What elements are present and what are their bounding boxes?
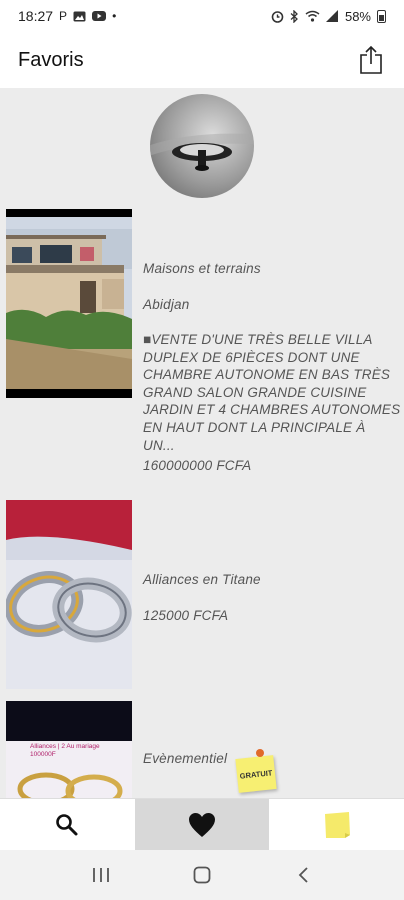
wifi-icon xyxy=(305,10,320,22)
favorites-list[interactable]: Maisons et terrains Abidjan ■VENTE D'UNE… xyxy=(0,88,404,798)
listing-price: 160000000 FCFA xyxy=(143,458,252,473)
listing-card[interactable]: Alliances en Titane 125000 FCFA xyxy=(6,500,398,690)
house-photo xyxy=(6,217,132,389)
nav-notes[interactable] xyxy=(269,799,404,850)
nav-favorites[interactable] xyxy=(134,799,270,850)
recent-apps-button[interactable] xyxy=(81,860,121,890)
listing-card[interactable]: Maisons et terrains Abidjan ■VENTE D'UNE… xyxy=(6,209,401,473)
bottom-nav xyxy=(0,798,404,850)
nav-search[interactable] xyxy=(0,799,135,850)
sticky-note-icon xyxy=(324,811,350,838)
heart-icon xyxy=(189,812,215,837)
home-button[interactable] xyxy=(182,860,222,890)
image-caption: Alliances | 2 Au mariage 100000F xyxy=(30,743,100,758)
listing-location: Abidjan xyxy=(143,297,190,312)
system-nav xyxy=(0,850,404,900)
back-button[interactable] xyxy=(283,860,323,890)
bluetooth-icon xyxy=(290,9,298,23)
status-left: 18:27 P • xyxy=(18,8,116,24)
p-icon: P xyxy=(59,9,68,23)
dot-icon: • xyxy=(112,9,117,23)
listing-price: 125000 FCFA xyxy=(143,608,229,623)
profile-avatar[interactable] xyxy=(150,94,254,198)
search-icon xyxy=(56,813,78,835)
free-badge: GRATUIT xyxy=(235,755,277,793)
listing-category: Evènementiel xyxy=(143,751,228,766)
listing-description: ■VENTE D'UNE TRÈS BELLE VILLA DUPLEX DE … xyxy=(143,332,401,453)
home-icon xyxy=(193,866,211,884)
rings-photo xyxy=(6,500,132,689)
battery-percent: 58% xyxy=(344,8,371,24)
back-icon xyxy=(299,867,308,883)
recent-apps-icon xyxy=(92,868,109,882)
free-badge-label: GRATUIT xyxy=(239,767,273,781)
youtube-icon xyxy=(92,11,107,21)
battery-icon xyxy=(377,9,386,23)
status-right: 58% xyxy=(271,9,386,24)
pin-icon xyxy=(256,749,264,757)
page-title: Favoris xyxy=(18,48,84,71)
app-header: Favoris xyxy=(0,32,404,88)
alarm-icon xyxy=(271,10,284,23)
share-icon xyxy=(360,45,382,74)
signal-icon xyxy=(325,10,338,22)
share-button[interactable] xyxy=(356,43,386,77)
status-bar: 18:27 P • 58% xyxy=(0,0,404,32)
image-icon xyxy=(73,11,86,21)
status-time: 18:27 xyxy=(18,8,54,24)
listing-image[interactable] xyxy=(6,500,132,689)
listing-category: Alliances en Titane xyxy=(143,572,261,587)
listing-card[interactable]: Alliances | 2 Au mariage 100000F Evèneme… xyxy=(6,701,398,798)
listing-image[interactable] xyxy=(6,209,132,398)
ceiling-fan-image xyxy=(150,133,254,171)
listing-image[interactable]: Alliances | 2 Au mariage 100000F xyxy=(6,701,132,798)
listing-category: Maisons et terrains xyxy=(143,261,261,276)
